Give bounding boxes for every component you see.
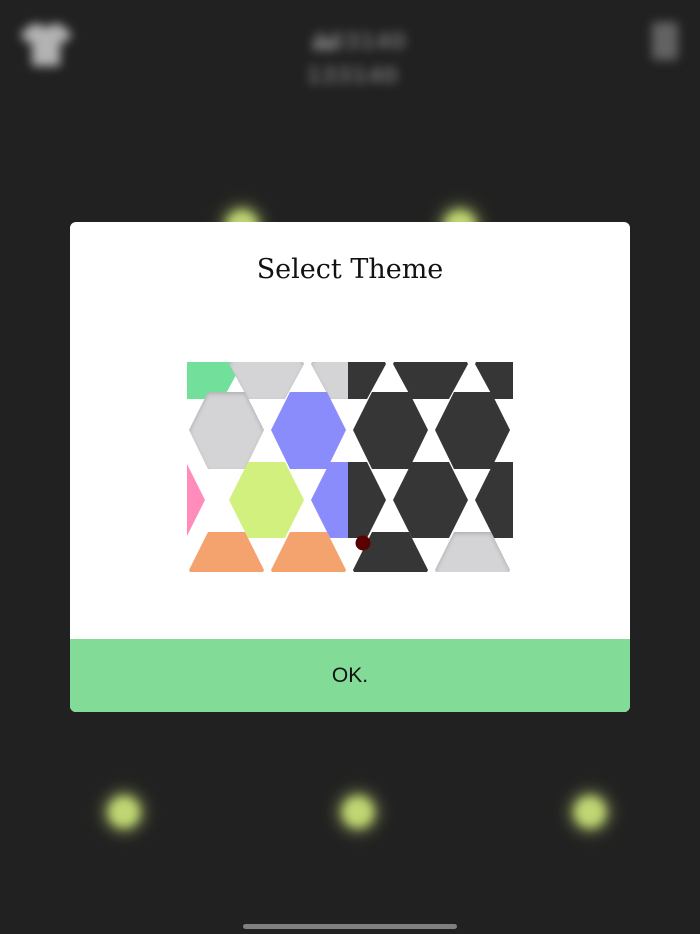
theme-split-handle[interactable] xyxy=(355,535,371,551)
home-indicator[interactable] xyxy=(243,924,457,929)
theme-preview-graphic xyxy=(187,362,513,572)
select-theme-dialog: Select Theme OK. xyxy=(70,222,630,712)
dialog-title: Select Theme xyxy=(256,254,444,285)
ok-button[interactable]: OK. xyxy=(70,639,630,712)
theme-preview[interactable] xyxy=(187,362,513,572)
